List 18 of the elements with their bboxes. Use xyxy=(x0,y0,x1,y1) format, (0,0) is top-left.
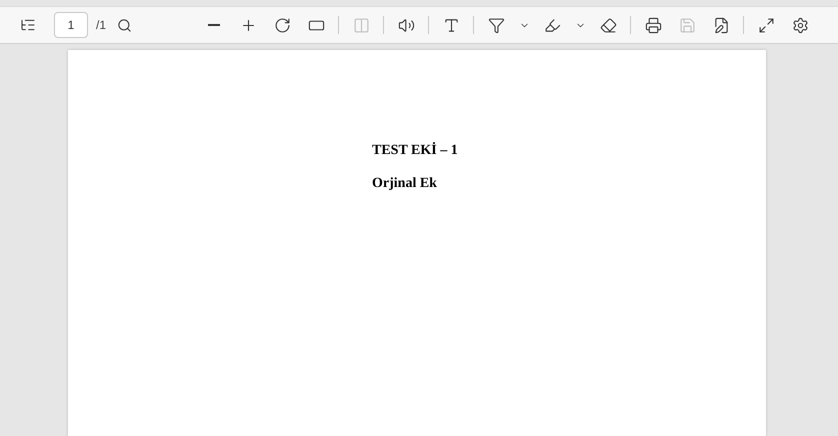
two-page-icon xyxy=(352,16,370,34)
page-total: /1 xyxy=(96,17,106,34)
fullscreen-icon xyxy=(758,16,775,34)
save-as-icon xyxy=(712,16,730,34)
search-icon xyxy=(116,18,132,32)
highlighter-icon xyxy=(544,16,561,34)
page-number-field[interactable]: 1 xyxy=(54,12,88,38)
funnel-icon xyxy=(488,16,505,34)
save-icon xyxy=(678,16,696,34)
printer-icon xyxy=(644,16,662,34)
rotate-icon xyxy=(274,16,291,34)
text-icon xyxy=(442,16,460,34)
settings-icon xyxy=(792,16,809,34)
document-title: TEST EKİ – 1 xyxy=(372,141,458,160)
list-icon xyxy=(20,17,36,33)
eraser-icon xyxy=(600,16,617,34)
speaker-icon xyxy=(398,16,415,34)
document-subtitle: Orjinal Ek xyxy=(372,175,437,193)
